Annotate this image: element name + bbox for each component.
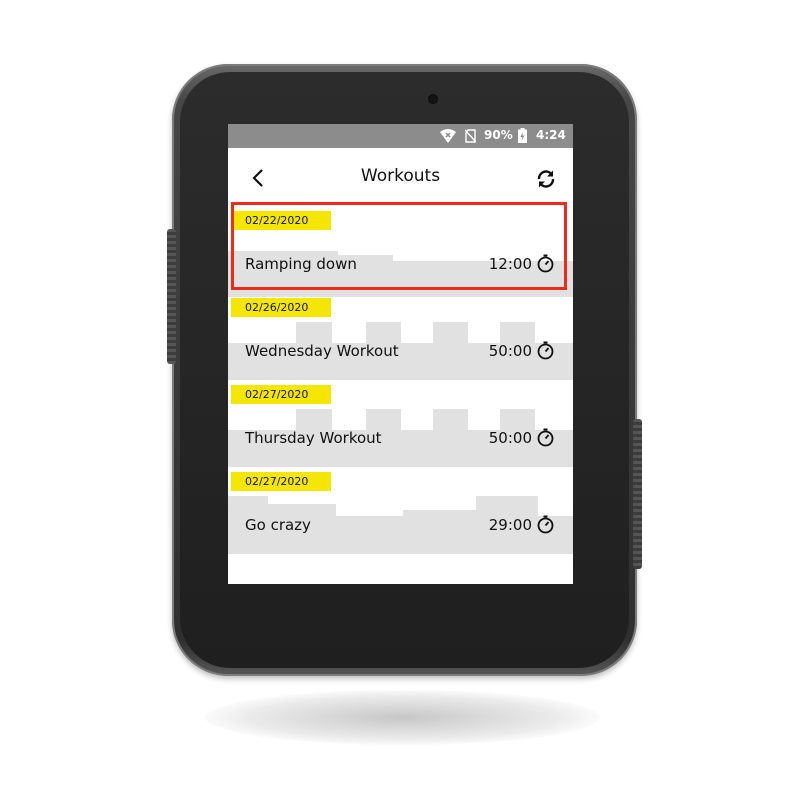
side-button-left <box>167 229 176 364</box>
workout-duration: 29:00 <box>488 516 532 534</box>
workout-name: Wednesday Workout <box>245 342 399 360</box>
light-sensor <box>428 94 438 104</box>
date-badge: 02/26/2020 <box>231 298 331 317</box>
clock: 4:24 <box>536 128 566 142</box>
stopwatch-icon <box>537 341 554 360</box>
workout-duration: 50:00 <box>488 342 532 360</box>
no-sim-icon <box>465 129 476 143</box>
workout-item-wednesday[interactable]: 02/26/2020 Wednesday Workout 50:00 <box>228 298 573 384</box>
date-badge: 02/27/2020 <box>231 472 331 491</box>
battery-percentage: 90% <box>484 128 513 142</box>
side-button-right <box>633 419 642 569</box>
device-screen: 90% 4:24 Workouts 02/22/2020 Ramping dow… <box>228 124 573 584</box>
stopwatch-icon <box>537 515 554 534</box>
workout-name: Thursday Workout <box>245 429 382 447</box>
battery-charging-icon <box>518 128 527 143</box>
status-bar: 90% 4:24 <box>228 124 573 148</box>
workout-item-go-crazy[interactable]: 02/27/2020 Go crazy 29:00 <box>228 472 573 558</box>
device-shadow <box>205 690 600 745</box>
app-header: Workouts <box>228 148 573 204</box>
workout-duration: 50:00 <box>488 429 532 447</box>
selection-highlight <box>231 202 567 290</box>
page-title: Workouts <box>360 166 441 186</box>
wifi-icon <box>440 129 456 143</box>
workout-item-thursday[interactable]: 02/27/2020 Thursday Workout 50:00 <box>228 385 573 471</box>
date-badge: 02/27/2020 <box>231 385 331 404</box>
stopwatch-icon <box>537 428 554 447</box>
workout-name: Go crazy <box>245 516 311 534</box>
sync-icon[interactable] <box>535 168 557 190</box>
